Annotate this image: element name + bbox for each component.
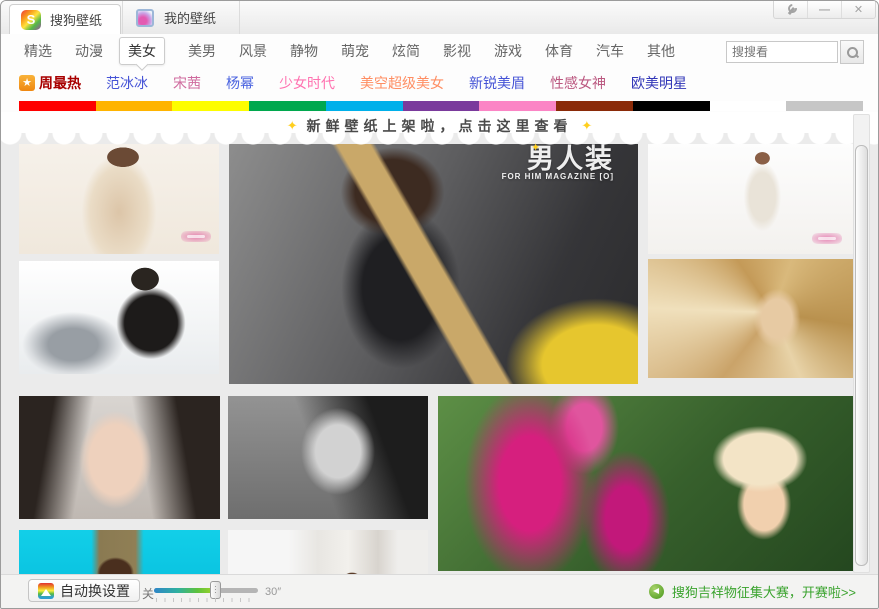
category-beauty-selected[interactable]: 美女	[119, 37, 165, 65]
tag-yangmi[interactable]: 杨幂	[226, 73, 254, 93]
scrollbar-track[interactable]	[853, 114, 870, 573]
auto-change-settings-button[interactable]: 自动换设置	[28, 579, 140, 602]
slider-handle[interactable]	[210, 581, 221, 599]
mascot-contest-link[interactable]: 搜狗吉祥物征集大赛，开赛啦>>	[649, 575, 856, 608]
wallpaper-thumb-white-room-girl[interactable]	[228, 530, 428, 575]
category-still-life[interactable]: 静物	[290, 41, 318, 61]
slider-ticks	[156, 598, 256, 602]
category-minimal[interactable]: 炫简	[392, 41, 420, 61]
category-cars[interactable]: 汽车	[596, 41, 624, 61]
wallpaper-picture-icon	[38, 583, 54, 599]
magazine-title: 男人装	[502, 146, 614, 172]
color-swatch-green[interactable]	[249, 101, 326, 111]
tab-my-wallpaper[interactable]: 我的壁纸	[122, 1, 240, 34]
category-men[interactable]: 美男	[188, 41, 216, 61]
color-swatch-blue[interactable]	[326, 101, 403, 111]
app-window: S 搜狗壁纸 我的壁纸 — ✕ 精选 动漫 美女 美男 风景 静物 萌宠 炫简 …	[0, 0, 879, 609]
category-other[interactable]: 其他	[647, 41, 675, 61]
category-games[interactable]: 游戏	[494, 41, 522, 61]
speaker-icon	[649, 584, 664, 599]
wallpaper-thumb-golden-mosaic-portrait[interactable]	[648, 259, 856, 378]
color-swatch-yellow[interactable]	[172, 101, 249, 111]
color-swatch-brown[interactable]	[556, 101, 633, 111]
wallpaper-thumb-guitar-girl-featured[interactable]: 男人装 FOR HIM MAGAZINE [O]	[229, 144, 638, 384]
tab-label: 搜狗壁纸	[50, 10, 102, 29]
tab-sogou-wallpaper[interactable]: S 搜狗壁纸	[9, 4, 121, 34]
wallpaper-thumb-girl-closeup[interactable]	[19, 396, 220, 519]
magazine-subtitle: FOR HIM MAGAZINE [O]	[502, 172, 614, 181]
color-swatch-white[interactable]	[710, 101, 787, 111]
wallpaper-thumb-cyan-background-girl[interactable]	[19, 530, 220, 575]
wallpaper-thumb-pink-flowers-hat-girl[interactable]	[438, 396, 856, 571]
title-bar: S 搜狗壁纸 我的壁纸 — ✕	[1, 1, 878, 35]
slider-fill	[154, 588, 216, 593]
tag-weekly-hot[interactable]: 周最热	[39, 73, 81, 93]
color-filter-bar	[19, 101, 863, 111]
tag-new-cute-girls[interactable]: 新锐美眉	[469, 73, 525, 93]
magazine-watermark: 男人装 FOR HIM MAGAZINE [O]	[502, 146, 614, 181]
watermark-logo	[812, 233, 842, 244]
photo-flower-icon	[136, 9, 154, 27]
category-anime[interactable]: 动漫	[75, 41, 103, 61]
tag-girls-generation[interactable]: 少女时代	[279, 73, 335, 93]
tag-songqian[interactable]: 宋茜	[173, 73, 201, 93]
sparkle-icon: ✦	[287, 118, 298, 133]
tab-label: 我的壁纸	[164, 8, 216, 27]
wallpaper-thumb-girl-with-husky[interactable]	[19, 261, 219, 374]
wallpaper-thumb-sitting-girl[interactable]	[648, 144, 856, 254]
wrench-icon	[786, 5, 796, 15]
close-button[interactable]: ✕	[841, 1, 875, 18]
footer-bar: 自动换设置 关 30″ 搜狗吉祥物征集大赛，开赛啦>>	[1, 574, 878, 608]
category-scenery[interactable]: 风景	[239, 41, 267, 61]
category-pets[interactable]: 萌宠	[341, 41, 369, 61]
category-featured[interactable]: 精选	[24, 41, 52, 61]
category-movies[interactable]: 影视	[443, 41, 471, 61]
sogou-logo-icon: S	[21, 10, 41, 30]
settings-button[interactable]	[774, 1, 807, 18]
scrollbar-thumb[interactable]	[855, 145, 868, 566]
header: 精选 动漫 美女 美男 风景 静物 萌宠 炫简 影视 游戏 体育 汽车 其他 ★…	[1, 34, 878, 117]
window-controls: — ✕	[773, 1, 876, 19]
tag-moko-super-beauty[interactable]: 美空超级美女	[360, 73, 444, 93]
color-swatch-orange[interactable]	[96, 101, 173, 111]
star-icon: ★	[19, 75, 35, 91]
wallpaper-thumb-bw-portrait[interactable]	[228, 396, 428, 519]
search-input[interactable]	[726, 41, 838, 63]
category-sports[interactable]: 体育	[545, 41, 573, 61]
color-swatch-gray[interactable]	[786, 101, 863, 111]
category-nav: 精选 动漫 美女 美男 风景 静物 萌宠 炫简 影视 游戏 体育 汽车 其他	[1, 34, 878, 67]
sparkle-icon: ✦	[531, 141, 540, 154]
sparkle-icon: ✦	[581, 118, 592, 133]
tag-sexy-goddess[interactable]: 性感女神	[550, 73, 606, 93]
interval-slider[interactable]	[154, 575, 258, 608]
search-area	[726, 40, 864, 64]
search-button[interactable]	[840, 40, 864, 64]
search-icon	[847, 47, 858, 58]
color-swatch-purple[interactable]	[403, 101, 480, 111]
slider-max-label: 30″	[265, 586, 281, 598]
slider-track[interactable]	[154, 588, 258, 593]
color-swatch-red[interactable]	[19, 101, 96, 111]
tag-western-stars[interactable]: 欧美明星	[631, 73, 687, 93]
tag-fanbingbing[interactable]: 范冰冰	[106, 73, 148, 93]
color-swatch-black[interactable]	[633, 101, 710, 111]
wallpaper-gallery: ✦ 新鲜壁纸上架啦，点击这里查看 ✦ ✦ 男人装 FOR HIM MAGAZIN…	[1, 112, 878, 575]
minimize-button[interactable]: —	[807, 1, 841, 18]
slider-off-label: 关	[142, 585, 154, 602]
hot-tags-row: ★ 周最热 范冰冰 宋茜 杨幂 少女时代 美空超级美女 新锐美眉 性感女神 欧美…	[1, 67, 878, 99]
banner-link[interactable]: ✦ 新鲜壁纸上架啦，点击这里查看 ✦	[1, 116, 878, 136]
watermark-logo	[181, 231, 211, 242]
color-swatch-pink[interactable]	[479, 101, 556, 111]
wallpaper-thumb-white-dress-girl[interactable]	[19, 144, 219, 254]
